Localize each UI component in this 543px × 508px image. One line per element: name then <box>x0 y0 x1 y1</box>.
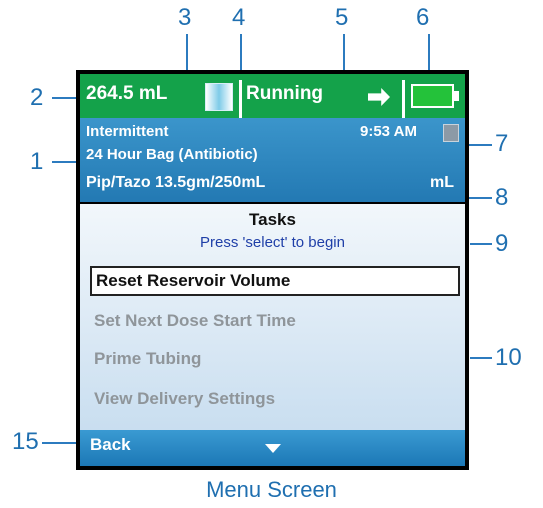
leader-line-10 <box>470 357 492 359</box>
callout-3: 3 <box>178 4 192 31</box>
leader-line-15 <box>42 442 80 444</box>
battery-icon <box>411 84 454 108</box>
menu-item-set-next-dose-start-time[interactable]: Set Next Dose Start Time <box>90 306 460 336</box>
drug-name: Pip/Tazo 13.5gm/250mL <box>86 174 266 191</box>
callout-8: 8 <box>495 184 509 211</box>
callout-2: 2 <box>30 84 44 111</box>
battery-tip <box>454 91 459 101</box>
callout-1: 1 <box>30 148 44 175</box>
tasks-panel: Tasks Press 'select' to begin Reset Rese… <box>80 204 465 430</box>
callout-15: 15 <box>12 428 39 455</box>
leader-line-8 <box>466 197 492 199</box>
tasks-title: Tasks <box>249 210 296 229</box>
clock-time: 9:53 AM <box>360 123 417 140</box>
callout-9: 9 <box>495 230 509 257</box>
volume-units: mL <box>430 174 454 191</box>
lock-icon <box>443 124 459 142</box>
scroll-down-icon[interactable] <box>265 444 281 453</box>
status-bar: 264.5 mL Running <box>80 74 465 118</box>
bag-level-icon <box>205 83 233 111</box>
leader-line-5 <box>343 34 345 74</box>
delivery-mode: Intermittent <box>86 123 169 140</box>
callout-10: 10 <box>495 344 522 371</box>
status-divider <box>239 80 242 118</box>
tasks-prompt: Press 'select' to begin <box>200 234 345 251</box>
menu-item-prime-tubing[interactable]: Prime Tubing <box>90 344 460 374</box>
leader-line-6 <box>428 34 430 74</box>
screen-caption: Menu Screen <box>206 477 337 502</box>
callout-5: 5 <box>335 4 349 31</box>
menu-item-reset-reservoir-volume[interactable]: Reset Reservoir Volume <box>90 266 460 296</box>
callout-7: 7 <box>495 130 509 157</box>
softkey-bar: Back <box>80 430 465 466</box>
reservoir-volume: 264.5 mL <box>86 83 168 104</box>
menu-item-view-delivery-settings[interactable]: View Delivery Settings <box>90 384 460 414</box>
therapy-info-panel: Intermittent 9:53 AM 24 Hour Bag (Antibi… <box>80 118 465 202</box>
leader-line-4 <box>240 34 242 74</box>
status-divider-2 <box>402 80 405 118</box>
bag-type: 24 Hour Bag (Antibiotic) <box>86 146 258 163</box>
leader-line-3 <box>186 34 188 74</box>
back-softkey[interactable]: Back <box>90 435 131 455</box>
device-screen: 264.5 mL Running Intermittent 9:53 AM 24… <box>76 70 469 470</box>
run-state: Running <box>246 83 324 104</box>
callout-6: 6 <box>416 4 430 31</box>
callout-4: 4 <box>232 4 246 31</box>
leader-line-9 <box>470 243 492 245</box>
delivery-arrow-icon <box>368 88 390 106</box>
leader-line-7 <box>466 144 492 146</box>
